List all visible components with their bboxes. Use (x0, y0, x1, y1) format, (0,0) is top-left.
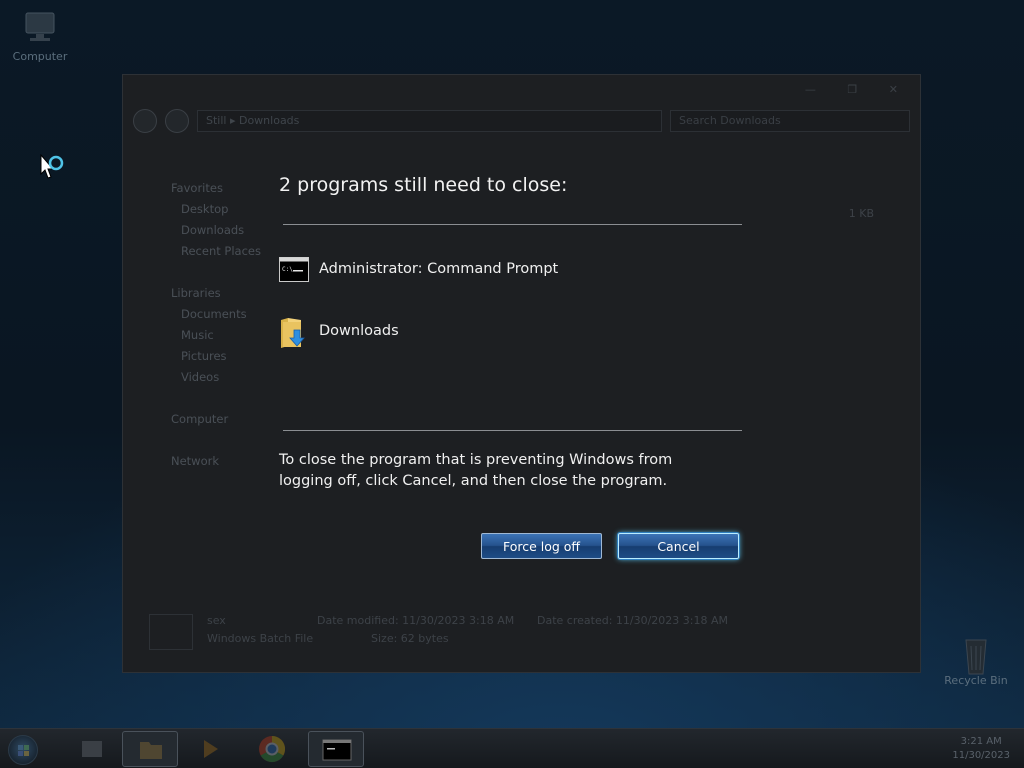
file-type: Windows Batch File (207, 632, 314, 645)
file-explorer-icon (82, 741, 102, 757)
file-size: 1 KB (848, 207, 874, 220)
nav-spacer (143, 391, 263, 412)
file-name: sex (207, 614, 226, 627)
desktop-icon-label: Recycle Bin (944, 674, 1008, 687)
programs-still-open-dialog: 2 programs still need to close: C:\ Admi… (258, 150, 766, 590)
taskbar-item-command-prompt[interactable] (308, 731, 364, 767)
desktop-icon-recycle-bin[interactable]: Recycle Bin (936, 634, 1016, 687)
forward-button[interactable] (165, 109, 189, 133)
start-button[interactable] (8, 735, 38, 765)
search-input[interactable]: Search Downloads (670, 110, 910, 132)
nav-computer[interactable]: Computer (143, 412, 263, 433)
command-prompt-icon: C:\ (279, 254, 309, 284)
dialog-message: To close the program that is preventing … (279, 452, 673, 489)
navigation-pane: Favorites Desktop Downloads Recent Place… (143, 181, 263, 475)
svg-text:C:\: C:\ (282, 266, 293, 273)
nav-favorites[interactable]: Favorites (143, 181, 263, 202)
file-date-created: Date created: 11/30/2023 3:18 AM (537, 614, 729, 627)
recycle-bin-icon (954, 634, 998, 675)
explorer-folder-icon (140, 742, 162, 759)
divider-top (283, 224, 742, 225)
taskbar-item-explorer[interactable] (64, 731, 120, 767)
nav-item[interactable]: Recent Places (143, 244, 263, 265)
media-player-icon (204, 740, 218, 758)
nav-item[interactable]: Documents (143, 307, 263, 328)
taskbar-item-media-player[interactable] (182, 731, 238, 767)
command-prompt-icon (322, 739, 352, 761)
dialog-heading: 2 programs still need to close: (279, 174, 568, 196)
program-name: Administrator: Command Prompt (319, 261, 559, 277)
explorer-address-row: Still ▸ Downloads Search Downloads (133, 109, 910, 133)
computer-icon (18, 10, 62, 46)
file-size-detail: Size: 62 bytes (371, 632, 449, 645)
nav-item[interactable]: Videos (143, 370, 263, 391)
nav-item[interactable]: Music (143, 328, 263, 349)
chrome-icon (259, 735, 286, 763)
cancel-button[interactable]: Cancel (618, 533, 739, 559)
file-thumbnail (149, 614, 193, 650)
divider-bottom (283, 430, 742, 431)
back-button[interactable] (133, 109, 157, 133)
force-log-off-button[interactable]: Force log off (481, 533, 602, 559)
desktop-icon-computer[interactable]: Computer (0, 10, 80, 63)
program-item-command-prompt: C:\ Administrator: Command Prompt (279, 254, 558, 284)
nav-item[interactable]: Desktop (143, 202, 263, 223)
desktop-icon-label: Computer (12, 50, 68, 63)
clock-time[interactable]: 3:21 AM (952, 735, 1010, 749)
folder-download-icon (279, 316, 309, 348)
nav-network[interactable]: Network (143, 454, 263, 475)
nav-spacer (143, 433, 263, 454)
taskbar-item-chrome[interactable] (244, 731, 300, 767)
busy-cursor-icon (40, 153, 66, 188)
file-date-modified: Date modified: 11/30/2023 3:18 AM (317, 614, 515, 627)
window-controls: — ❐ ✕ (804, 83, 912, 96)
nav-libraries[interactable]: Libraries (143, 286, 263, 307)
nav-spacer (143, 265, 263, 286)
program-name: Downloads (319, 323, 399, 339)
system-tray: 3:21 AM 11/30/2023 (952, 735, 1010, 763)
taskbar: 3:21 AM 11/30/2023 (0, 728, 1024, 768)
nav-item[interactable]: Downloads (143, 223, 263, 244)
nav-item[interactable]: Pictures (143, 349, 263, 370)
address-bar[interactable]: Still ▸ Downloads (197, 110, 662, 132)
program-item-downloads: Downloads (279, 316, 399, 348)
windows-logo-icon (18, 745, 29, 756)
taskbar-item-folder[interactable] (122, 731, 178, 767)
breadcrumb-part[interactable]: Still (206, 114, 226, 127)
details-pane: sex Windows Batch File Date modified: 11… (133, 614, 910, 658)
breadcrumb-part[interactable]: Downloads (239, 114, 299, 127)
clock-date[interactable]: 11/30/2023 (952, 749, 1010, 763)
